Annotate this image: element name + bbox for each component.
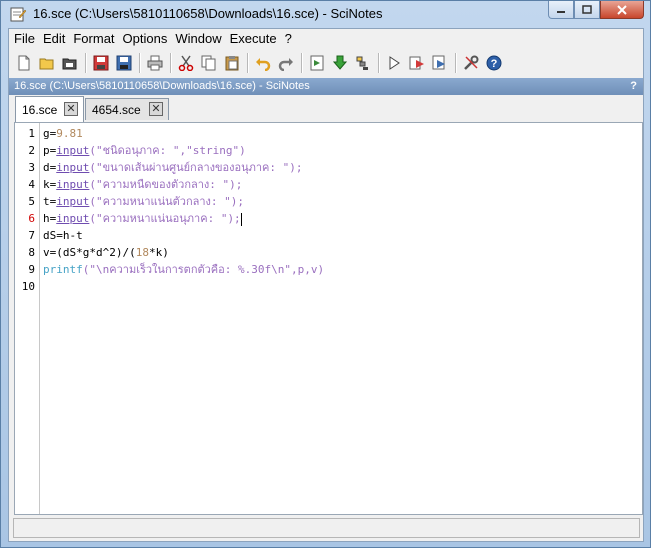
copy-icon [201, 55, 216, 71]
code-line: v=(dS*g*d^2)/(18*k) [43, 246, 169, 259]
line-number: 7 [28, 229, 35, 242]
save-button[interactable] [90, 52, 112, 74]
save-as-icon [116, 55, 132, 71]
redo-button[interactable] [275, 52, 297, 74]
header-help-button[interactable]: ? [630, 78, 637, 95]
line-number: 1 [28, 127, 35, 140]
save-as-button[interactable] [113, 52, 135, 74]
line-number-current: 6 [28, 212, 35, 225]
tab-close-button[interactable]: ✕ [64, 102, 78, 116]
menu-options[interactable]: Options [119, 29, 172, 49]
line-number: 4 [28, 178, 35, 191]
open-file-icon [39, 58, 54, 70]
code-line-current: h=input("ความหนาแน่นอนุภาค: "); [43, 212, 242, 226]
settings-icon [464, 55, 479, 70]
line-number: 2 [28, 144, 35, 157]
scinotes-app-icon [10, 7, 26, 22]
redo-icon [278, 58, 293, 71]
new-file-button[interactable] [13, 52, 35, 74]
code-editor[interactable]: 1 2 3 4 5 6 7 8 9 10 g=9.81 p=input("ชนิ… [14, 122, 643, 515]
open-file-button[interactable] [36, 52, 58, 74]
maximize-icon [582, 5, 592, 14]
status-bar [13, 518, 640, 538]
open-recent-button[interactable] [59, 52, 81, 74]
print-icon [147, 55, 163, 71]
maximize-button[interactable] [574, 1, 600, 19]
code-line: printf("\nความเร็วในการตกตัวคือ: %.30f\n… [43, 263, 325, 276]
tab-label: 4654.sce [92, 102, 141, 117]
scinotes-window: 16.sce (C:\Users\5810110658\Downloads\16… [0, 0, 651, 548]
help-icon: ? [486, 55, 502, 71]
execute-file-icon [310, 55, 324, 71]
document-path: 16.sce (C:\Users\5810110658\Downloads\16… [14, 80, 310, 92]
print-button[interactable] [144, 52, 166, 74]
code-line: t=input("ความหนาแน่นตัวกลาง: "); [43, 195, 245, 208]
undo-button[interactable] [252, 52, 274, 74]
menu-file[interactable]: File [9, 29, 39, 49]
cut-button[interactable] [175, 52, 197, 74]
paste-button[interactable] [221, 52, 243, 74]
menu-help[interactable]: ? [281, 29, 296, 49]
code-line: d=input("ขนาดเส้นผ่านศูนย์กลางของอนุภาค:… [43, 161, 303, 174]
run-all-button[interactable] [429, 52, 451, 74]
close-window-button[interactable] [600, 1, 644, 19]
svg-text:?: ? [491, 58, 498, 70]
menu-format[interactable]: Format [69, 29, 118, 49]
menu-window[interactable]: Window [171, 29, 225, 49]
window-title: 16.sce (C:\Users\5810110658\Downloads\16… [33, 6, 383, 21]
line-number: 3 [28, 161, 35, 174]
minimize-button[interactable] [548, 1, 574, 19]
run-button[interactable] [383, 52, 405, 74]
toolbar-separator [85, 53, 87, 73]
exec-button[interactable] [352, 52, 374, 74]
menu-edit[interactable]: Edit [39, 29, 69, 49]
code-line: g=9.81 [43, 127, 83, 140]
line-number-gutter: 1 2 3 4 5 6 7 8 9 10 [15, 123, 40, 514]
step-icon [409, 56, 424, 70]
text-cursor [240, 212, 242, 226]
toolbar-separator [455, 53, 457, 73]
run-all-icon [432, 55, 445, 70]
tab-label: 16.sce [22, 102, 58, 117]
code-line: dS=h-t [43, 229, 83, 242]
tab-close-button[interactable]: ✕ [149, 102, 163, 116]
line-number: 5 [28, 195, 35, 208]
close-icon [617, 4, 627, 15]
menu-execute[interactable]: Execute [226, 29, 281, 49]
exec-icon [356, 56, 368, 70]
code-line: p=input("ชนิดอนุภาค: ","string") [43, 144, 246, 157]
toolbar: ? [9, 50, 643, 76]
new-file-icon [18, 55, 30, 71]
cut-icon [178, 55, 194, 71]
execute-file-button[interactable] [306, 52, 328, 74]
undo-icon [256, 58, 271, 71]
line-number: 9 [28, 263, 35, 276]
code-line: k=input("ความหนืดของตัวกลาง: "); [43, 178, 243, 191]
copy-button[interactable] [198, 52, 220, 74]
paste-icon [225, 56, 239, 71]
toolbar-separator [301, 53, 303, 73]
client-area: File Edit Format Options Window Execute … [8, 28, 644, 542]
open-recent-icon [62, 58, 77, 70]
minimize-icon [557, 10, 565, 13]
toolbar-separator [247, 53, 249, 73]
load-icon [332, 55, 348, 70]
toolbar-separator [170, 53, 172, 73]
toolbar-separator [378, 53, 380, 73]
menu-bar: File Edit Format Options Window Execute … [9, 29, 643, 49]
document-header: 16.sce (C:\Users\5810110658\Downloads\16… [9, 78, 643, 95]
line-number: 8 [28, 246, 35, 259]
load-button[interactable] [329, 52, 351, 74]
tab-strip: 16.sce ✕ 4654.sce ✕ [9, 96, 643, 122]
title-bar[interactable]: 16.sce (C:\Users\5810110658\Downloads\16… [1, 1, 650, 27]
run-icon [389, 56, 400, 70]
line-number: 10 [21, 280, 35, 293]
help-button[interactable]: ? [483, 52, 505, 74]
toolbar-separator [139, 53, 141, 73]
tab-16-sce[interactable]: 16.sce ✕ [15, 96, 84, 122]
save-icon [93, 55, 109, 71]
step-button[interactable] [406, 52, 428, 74]
settings-button[interactable] [460, 52, 482, 74]
tab-4654-sce[interactable]: 4654.sce ✕ [85, 98, 169, 120]
